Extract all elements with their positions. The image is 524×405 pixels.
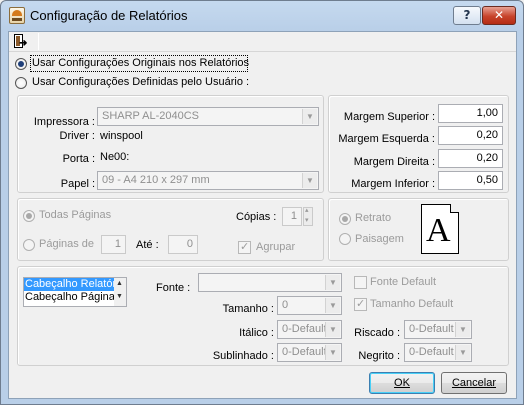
list-item[interactable]: Cabeçalho Página [24, 291, 115, 304]
retrato-label[interactable]: Retrato [355, 212, 391, 224]
tamanho-select[interactable]: 0 ▼ [277, 296, 342, 315]
fonte-select[interactable]: ▼ [198, 273, 342, 292]
negrito-label: Negrito : [358, 350, 400, 362]
dialog-body: ➜ Usar Configurações Originais nos Relat… [8, 31, 517, 399]
margem-direita-input[interactable]: 0,20 [438, 149, 503, 168]
chevron-down-icon: ▼ [302, 109, 317, 124]
radio-retrato[interactable] [339, 213, 351, 225]
dialog-window: Configuração de Relatórios ? ✕ ➜ Usar Co… [0, 0, 524, 405]
fonte-default-label[interactable]: Fonte Default [370, 276, 436, 288]
impressora-select[interactable]: SHARP AL-2040CS ▼ [97, 107, 319, 126]
toolbar: ➜ [9, 32, 516, 52]
copias-input[interactable]: 1 [282, 207, 302, 226]
list-item[interactable]: Cabeçalho Relatório [24, 278, 125, 291]
chevron-down-icon: ▼ [302, 173, 317, 188]
ate-label: Até : [136, 239, 159, 251]
porta-label: Porta : [62, 153, 95, 165]
papel-label: Papel : [60, 178, 95, 190]
riscado-value: 0-Default [409, 323, 454, 335]
focus-rect [30, 55, 248, 72]
radio-todas-paginas[interactable] [23, 210, 35, 222]
margem-direita-label: Margem Direita : [353, 156, 435, 168]
copias-spinner[interactable] [303, 206, 313, 226]
porta-value: Ne00: [100, 151, 130, 163]
scroll-up-icon[interactable]: ▲ [116, 280, 123, 287]
driver-value: winspool [100, 130, 143, 142]
app-icon [9, 7, 25, 24]
sublinhado-value: 0-Default [282, 346, 327, 358]
scroll-down-icon[interactable]: ▼ [116, 293, 123, 300]
title-bar[interactable]: Configuração de Relatórios ? ✕ [1, 1, 523, 31]
margem-esquerda-input[interactable]: 0,20 [438, 126, 503, 145]
font-group: Cabeçalho Relatório Cabeçalho Página ▲ ▼… [17, 266, 509, 366]
fonte-default-checkbox[interactable] [354, 276, 367, 289]
chevron-down-icon: ▼ [325, 275, 340, 290]
radio-original-config[interactable] [15, 58, 27, 70]
paginas-de-label[interactable]: Páginas de [39, 238, 94, 250]
impressora-value: SHARP AL-2040CS [102, 110, 200, 122]
radio-paisagem[interactable] [339, 233, 351, 245]
chevron-down-icon: ▼ [325, 298, 340, 313]
toolbar-separator [38, 33, 39, 50]
cancel-button[interactable]: Cancelar [441, 372, 507, 394]
margem-superior-input[interactable]: 1,00 [438, 104, 503, 123]
negrito-value: 0-Default [409, 346, 454, 358]
pages-group: Todas Páginas Páginas de 1 Até : 0 Cópia… [17, 198, 324, 261]
negrito-select[interactable]: 0-Default ▼ [404, 343, 472, 362]
sublinhado-label: Sublinhado : [212, 350, 274, 362]
agrupar-label[interactable]: Agrupar [256, 241, 295, 253]
papel-select[interactable]: 09 - A4 210 x 297 mm ▼ [97, 171, 319, 190]
todas-paginas-label[interactable]: Todas Páginas [39, 209, 111, 221]
impressora-label: Impressora : [33, 116, 95, 128]
close-button[interactable]: ✕ [482, 6, 516, 25]
portrait-page-preview-icon: A [421, 204, 459, 254]
chevron-down-icon: ▼ [455, 345, 470, 360]
driver-label: Driver : [59, 130, 95, 142]
sections-list[interactable]: Cabeçalho Relatório Cabeçalho Página ▲ ▼ [23, 277, 127, 307]
margins-group: Margem Superior : 1,00 Margem Esquerda :… [328, 95, 509, 193]
papel-value: 09 - A4 210 x 297 mm [102, 174, 210, 186]
list-scrollbar[interactable]: ▲ ▼ [114, 278, 126, 306]
sublinhado-select[interactable]: 0-Default ▼ [277, 343, 342, 362]
chevron-down-icon: ▼ [455, 322, 470, 337]
window-title: Configuração de Relatórios [30, 8, 188, 23]
margem-inferior-input[interactable]: 0,50 [438, 171, 503, 190]
tamanho-default-label[interactable]: Tamanho Default [370, 298, 453, 310]
cancel-button-label: Cancelar [451, 377, 497, 389]
riscado-label: Riscado : [354, 327, 400, 339]
riscado-select[interactable]: 0-Default ▼ [404, 320, 472, 339]
radio-user-config[interactable] [15, 77, 27, 89]
fonte-label: Fonte : [156, 282, 191, 294]
exit-door-icon[interactable]: ➜ [13, 33, 29, 50]
help-button[interactable]: ? [453, 6, 481, 25]
margem-superior-label: Margem Superior : [343, 111, 435, 123]
ok-button[interactable]: OK [369, 372, 435, 394]
tamanho-label: Tamanho : [222, 303, 274, 315]
margem-esquerda-label: Margem Esquerda : [338, 133, 435, 145]
tamanho-value: 0 [282, 299, 289, 311]
italico-value: 0-Default [282, 323, 327, 335]
tamanho-default-checkbox[interactable] [354, 297, 367, 311]
paginas-de-input[interactable]: 1 [101, 235, 126, 254]
copias-label: Cópias : [236, 211, 277, 223]
ok-button-label: OK [394, 377, 410, 389]
italico-select[interactable]: 0-Default ▼ [277, 320, 342, 339]
agrupar-checkbox[interactable] [238, 240, 251, 254]
page-preview-letter: A [426, 212, 451, 249]
radio-paginas-de[interactable] [23, 239, 35, 251]
ate-input[interactable]: 0 [168, 235, 198, 254]
italico-label: Itálico : [239, 327, 274, 339]
orientation-group: Retrato Paisagem [328, 198, 509, 261]
printer-group: Impressora : SHARP AL-2040CS ▼ Driver : … [17, 95, 324, 193]
paisagem-label[interactable]: Paisagem [355, 233, 404, 245]
margem-inferior-label: Margem Inferior : [351, 178, 435, 190]
user-config-label[interactable]: Usar Configurações Definidas pelo Usuári… [32, 76, 249, 88]
